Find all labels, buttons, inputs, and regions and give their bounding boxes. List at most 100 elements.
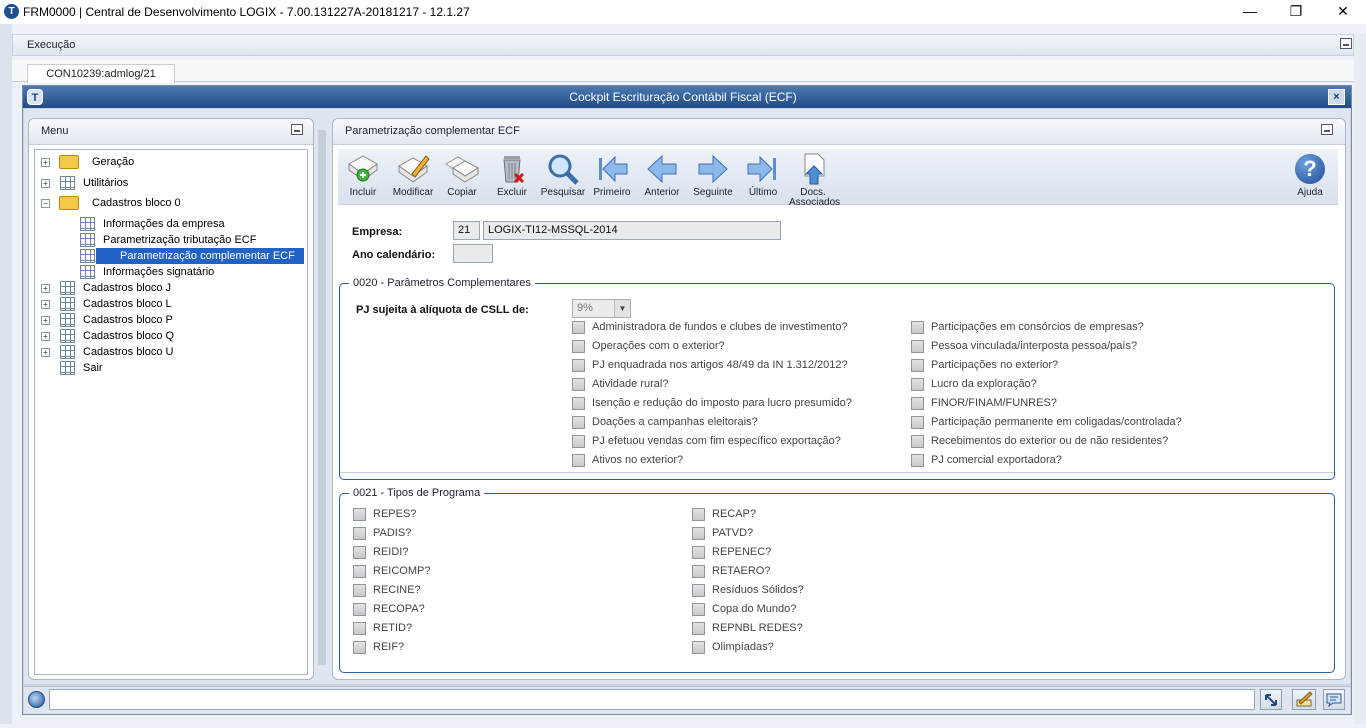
- docs-associados-button[interactable]: Docs. Associados: [789, 152, 840, 208]
- checkbox-label: RECAP?: [712, 508, 757, 520]
- checkbox[interactable]: [572, 454, 585, 467]
- expander-icon[interactable]: +: [41, 300, 50, 309]
- checkbox[interactable]: [692, 546, 705, 559]
- checkbox[interactable]: [692, 565, 705, 578]
- checkbox[interactable]: [353, 508, 366, 521]
- menu-item[interactable]: + Geração: [40, 154, 306, 170]
- excluir-button[interactable]: Excluir: [492, 152, 532, 198]
- checkbox[interactable]: [572, 416, 585, 429]
- status-message-field: [49, 689, 1255, 710]
- cockpit-close-button[interactable]: ×: [1328, 89, 1345, 105]
- expander-icon[interactable]: +: [41, 179, 50, 188]
- copiar-button[interactable]: Copiar: [442, 152, 482, 198]
- menu-item[interactable]: − Cadastros bloco 0: [40, 195, 306, 211]
- checkbox[interactable]: [692, 508, 705, 521]
- execucao-minimize-icon[interactable]: [1340, 38, 1352, 49]
- checkbox[interactable]: [353, 546, 366, 559]
- checkbox-label: REIDI?: [373, 546, 409, 558]
- checkbox-label: REPNBL REDES?: [712, 622, 803, 634]
- group-0021: [339, 493, 1335, 673]
- menu-item[interactable]: Sair: [40, 360, 306, 376]
- expander-icon[interactable]: +: [41, 348, 50, 357]
- pesquisar-button[interactable]: Pesquisar: [540, 152, 586, 198]
- menu-item[interactable]: + Utilitários: [40, 175, 306, 191]
- checkbox[interactable]: [911, 340, 924, 353]
- primeiro-label: Primeiro: [593, 187, 631, 198]
- checkbox[interactable]: [572, 359, 585, 372]
- checkbox[interactable]: [692, 603, 705, 616]
- menu-item[interactable]: Parametrização tributação ECF: [40, 232, 306, 248]
- checkbox-label: REPENEC?: [712, 546, 772, 558]
- primeiro-button[interactable]: Primeiro: [591, 152, 633, 198]
- anterior-button[interactable]: Anterior: [641, 152, 683, 198]
- app-logo-icon: T: [4, 4, 19, 19]
- maximize-button[interactable]: ❐: [1273, 0, 1319, 24]
- menu-item[interactable]: + Cadastros bloco L: [40, 296, 306, 312]
- checkbox[interactable]: [353, 603, 366, 616]
- checkbox[interactable]: [692, 641, 705, 654]
- checkbox[interactable]: [911, 359, 924, 372]
- menu-item[interactable]: + Cadastros bloco P: [40, 312, 306, 328]
- checkbox[interactable]: [911, 435, 924, 448]
- anterior-label: Anterior: [644, 187, 680, 198]
- ano-calendario-field[interactable]: [453, 244, 493, 263]
- checkbox[interactable]: [353, 527, 366, 540]
- checkbox[interactable]: [572, 435, 585, 448]
- tab-con10239[interactable]: CON10239:admlog/21: [27, 64, 175, 83]
- seguinte-button[interactable]: Seguinte: [691, 152, 735, 198]
- expander-icon[interactable]: +: [41, 284, 50, 293]
- grid-icon: [80, 217, 95, 231]
- menu-item[interactable]: Informações da empresa: [40, 216, 306, 232]
- close-window-button[interactable]: ✕: [1320, 0, 1366, 24]
- checkbox[interactable]: [692, 584, 705, 597]
- ultimo-button[interactable]: Último: [743, 152, 783, 198]
- attached-docs-icon: [796, 152, 830, 186]
- menu-item[interactable]: + Cadastros bloco U: [40, 344, 306, 360]
- checkbox[interactable]: [353, 565, 366, 578]
- menu-minimize-icon[interactable]: [291, 124, 303, 135]
- modificar-button[interactable]: Modificar: [390, 152, 436, 198]
- checkbox[interactable]: [692, 622, 705, 635]
- checkbox[interactable]: [572, 340, 585, 353]
- group-0020-scroll-edge: [340, 472, 1334, 474]
- edit-note-icon[interactable]: [1292, 689, 1316, 710]
- empresa-code-field[interactable]: 21: [453, 221, 480, 240]
- minimize-button[interactable]: —: [1227, 0, 1273, 24]
- expander-icon[interactable]: −: [41, 199, 50, 208]
- expander-icon[interactable]: +: [41, 316, 50, 325]
- menu-item[interactable]: + Cadastros bloco Q: [40, 328, 306, 344]
- checkbox[interactable]: [911, 378, 924, 391]
- checkbox[interactable]: [353, 641, 366, 654]
- resize-arrows-icon[interactable]: [1260, 689, 1282, 710]
- checkbox[interactable]: [911, 454, 924, 467]
- expander-icon[interactable]: +: [41, 332, 50, 341]
- checkbox[interactable]: [572, 397, 585, 410]
- main-minimize-icon[interactable]: [1321, 124, 1333, 135]
- csll-select[interactable]: 9% ▼: [572, 299, 631, 318]
- checkbox[interactable]: [911, 321, 924, 334]
- menu-item[interactable]: Informações signatário: [40, 264, 306, 280]
- search-icon: [546, 152, 580, 186]
- checkbox[interactable]: [353, 622, 366, 635]
- checkbox[interactable]: [353, 584, 366, 597]
- expander-icon[interactable]: +: [41, 158, 50, 167]
- ajuda-button[interactable]: ? Ajuda: [1292, 152, 1328, 198]
- checkbox[interactable]: [572, 378, 585, 391]
- checkbox-label: PJ enquadrada nos artigos 48/49 da IN 1.…: [592, 359, 848, 371]
- menu-item[interactable]: + Cadastros bloco J: [40, 280, 306, 296]
- incluir-button[interactable]: Incluir: [343, 152, 383, 198]
- right-scrollbar[interactable]: [1354, 34, 1366, 724]
- chat-message-icon[interactable]: [1323, 689, 1345, 710]
- menu-header: [29, 119, 313, 145]
- grid-icon: [60, 176, 75, 190]
- checkbox[interactable]: [572, 321, 585, 334]
- checkbox[interactable]: [692, 527, 705, 540]
- checkbox[interactable]: [911, 416, 924, 429]
- globe-icon[interactable]: [28, 691, 45, 708]
- checkbox[interactable]: [911, 397, 924, 410]
- menu-item[interactable]: Parametrização complementar ECF: [40, 248, 306, 264]
- next-arrow-icon: [696, 152, 730, 186]
- panel-splitter[interactable]: [318, 130, 326, 665]
- checkbox-label: FINOR/FINAM/FUNRES?: [931, 397, 1057, 409]
- grid-icon: [60, 313, 75, 327]
